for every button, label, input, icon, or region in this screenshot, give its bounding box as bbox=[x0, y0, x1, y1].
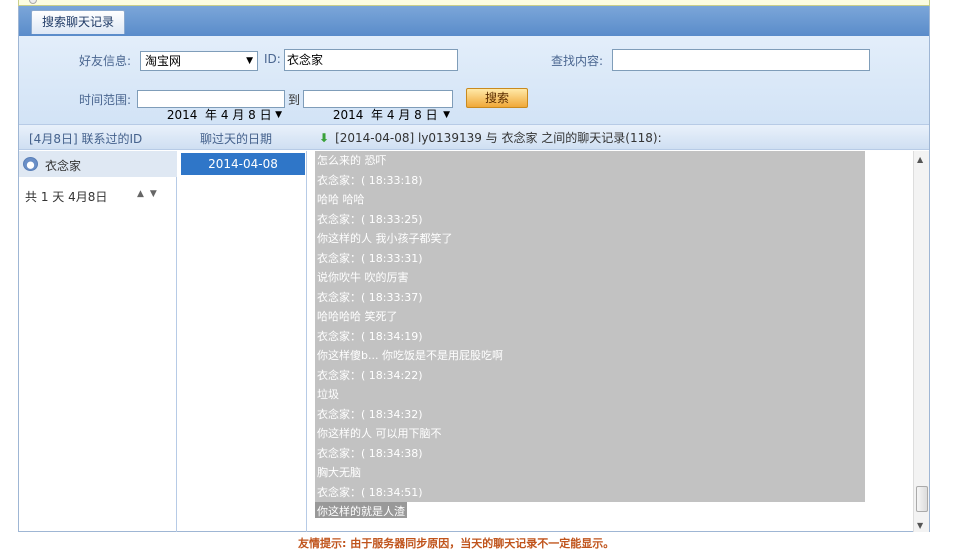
friend-source-value: 淘宝网 bbox=[145, 54, 182, 68]
history-title-text: [2014-04-08] ly0139139 与 衣念家 之间的聊天记录(118… bbox=[335, 131, 662, 145]
chat-line: 胸大无脑 bbox=[315, 463, 865, 483]
chat-line: 你这样的就是人渣 bbox=[315, 502, 407, 518]
time-range-label: 时间范围: bbox=[79, 93, 132, 107]
contact-name: 衣念家 bbox=[45, 159, 82, 173]
start-date-value: 2014 年 4 月 8 日 bbox=[166, 108, 272, 122]
search-button[interactable]: 搜索 bbox=[466, 88, 528, 108]
dropdown-arrow-icon: ▼ bbox=[246, 56, 253, 66]
dates-column: 2014-04-08 bbox=[178, 151, 307, 532]
history-title: ⬇ [2014-04-08] ly0139139 与 衣念家 之间的聊天记录(11… bbox=[319, 129, 662, 146]
id-label: ID: bbox=[264, 52, 281, 66]
end-date-arrow-icon: ▼ bbox=[443, 110, 450, 120]
sort-arrows: ▲▼ bbox=[137, 189, 163, 199]
info-icon bbox=[29, 0, 37, 4]
chat-line: 衣念家：( 18:33:25) bbox=[315, 209, 865, 229]
chat-line: 衣念家：( 18:34:38) bbox=[315, 443, 865, 463]
dates-heading: 聊过天的日期 bbox=[200, 132, 273, 146]
chat-line: 怎么来的 恐吓 bbox=[315, 151, 865, 171]
tab-search-chat[interactable]: 搜索聊天记录 bbox=[31, 10, 126, 34]
arrow-up-icon[interactable]: ▲ bbox=[137, 189, 150, 199]
scroll-down-icon[interactable]: ▼ bbox=[917, 521, 923, 530]
start-date-arrow-icon: ▼ bbox=[275, 110, 282, 120]
chat-search-panel: 搜索聊天记录 好友信息: 淘宝网 ▼ ID: 衣念家 查找内容: 时间范围: 2… bbox=[18, 6, 930, 532]
down-arrow-icon: ⬇ bbox=[319, 131, 330, 145]
date-item-selected[interactable]: 2014-04-08 bbox=[181, 153, 305, 175]
content-label: 查找内容: bbox=[551, 54, 604, 68]
chat-line: 衣念家：( 18:33:37) bbox=[315, 287, 865, 307]
chat-line: 衣念家：( 18:34:51) bbox=[315, 482, 865, 502]
days-summary: 共 1 天 4月8日 bbox=[25, 190, 108, 204]
id-input[interactable]: 衣念家 bbox=[284, 49, 458, 71]
chat-line: 你这样的人 可以用下脑不 bbox=[315, 424, 865, 444]
friend-source-select[interactable]: 淘宝网 ▼ bbox=[140, 51, 258, 71]
friend-info-label: 好友信息: bbox=[79, 54, 132, 68]
chat-line: 你这样傻b... 你吃饭是不是用屁股吃啊 bbox=[315, 346, 865, 366]
chat-log[interactable]: 怎么来的 恐吓 衣念家：( 18:33:18) 哈哈 哈哈 衣念家：( 18:33:2… bbox=[315, 151, 913, 518]
scroll-up-icon[interactable]: ▲ bbox=[917, 155, 923, 164]
chat-line: 垃圾 bbox=[315, 385, 865, 405]
chat-line: 衣念家：( 18:34:22) bbox=[315, 365, 865, 385]
chat-lines: 怎么来的 恐吓 衣念家：( 18:33:18) 哈哈 哈哈 衣念家：( 18:33:2… bbox=[315, 151, 865, 518]
chat-line: 衣念家：( 18:34:19) bbox=[315, 326, 865, 346]
avatar-icon bbox=[23, 157, 38, 171]
tab-bar: 搜索聊天记录 bbox=[19, 6, 929, 36]
scroll-thumb[interactable] bbox=[916, 486, 928, 512]
end-date-value: 2014 年 4 月 8 日 bbox=[332, 108, 438, 122]
chat-line: 哈哈哈哈 笑死了 bbox=[315, 307, 865, 327]
chat-line: 衣念家：( 18:34:32) bbox=[315, 404, 865, 424]
start-date-picker[interactable]: 2014 年 4 月 8 日 ▼ bbox=[137, 90, 285, 122]
chat-line: 说你吹牛 吹的厉害 bbox=[315, 268, 865, 288]
contacts-heading: [4月8日] 联系过的ID bbox=[29, 132, 143, 146]
chat-line: 你这样的人 我小孩子都笑了 bbox=[315, 229, 865, 249]
contacts-column: 衣念家 共 1 天 4月8日 ▲▼ bbox=[19, 151, 177, 532]
footer-tip: 友情提示: 由于服务器同步原因，当天的聊天记录不一定能显示。 bbox=[298, 537, 615, 550]
content-input[interactable] bbox=[612, 49, 870, 71]
end-date-picker[interactable]: 2014 年 4 月 8 日 ▼ bbox=[303, 90, 453, 122]
chat-line: 哈哈 哈哈 bbox=[315, 190, 865, 210]
chat-line: 衣念家：( 18:33:31) bbox=[315, 248, 865, 268]
contact-item[interactable]: 衣念家 bbox=[19, 151, 177, 177]
scrollbar[interactable]: ▲ ▼ bbox=[913, 151, 929, 532]
arrow-down-icon[interactable]: ▼ bbox=[150, 189, 163, 199]
filter-area: 好友信息: 淘宝网 ▼ ID: 衣念家 查找内容: 时间范围: 2014 年 4… bbox=[19, 36, 929, 124]
to-label: 到 bbox=[288, 93, 301, 107]
results-header: [4月8日] 联系过的ID 聊过天的日期 ⬇ [2014-04-08] ly013… bbox=[19, 124, 929, 150]
chat-line: 衣念家：( 18:33:18) bbox=[315, 170, 865, 190]
